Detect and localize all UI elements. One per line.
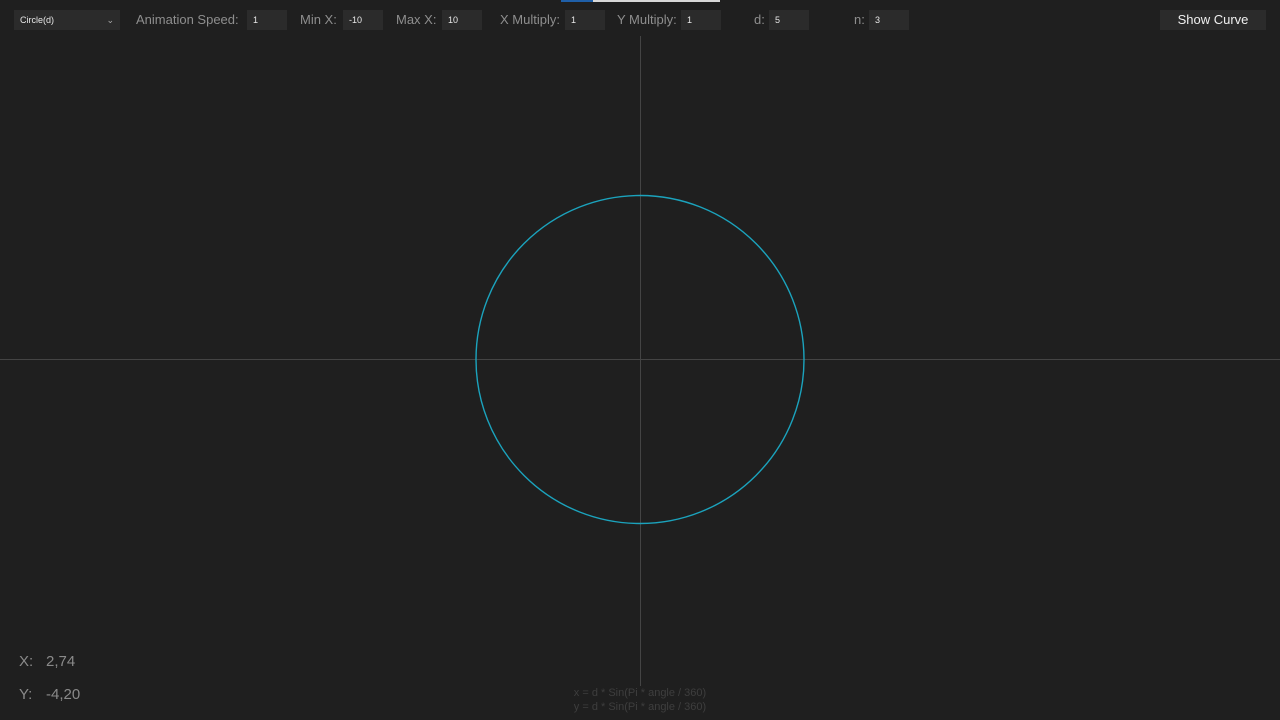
animation-speed-input[interactable] xyxy=(247,10,287,30)
n-label: n: xyxy=(854,12,865,27)
formula-text: x = d * Sin(Pi * angle / 360) y = d * Si… xyxy=(0,686,1280,714)
toolbar: Circle(d) ⌄ Animation Speed: Min X: Max … xyxy=(0,0,1280,40)
show-curve-button[interactable]: Show Curve xyxy=(1160,10,1266,30)
chevron-down-icon: ⌄ xyxy=(106,15,114,25)
x-readout-label: X: xyxy=(19,653,34,670)
curve-type-value: Circle(d) xyxy=(20,15,55,25)
formula-line-x: x = d * Sin(Pi * angle / 360) xyxy=(573,687,707,699)
d-input[interactable] xyxy=(769,10,809,30)
x-readout-value: 2,74 xyxy=(46,653,76,670)
app-window: Circle(d) ⌄ Animation Speed: Min X: Max … xyxy=(0,0,1280,720)
n-input[interactable] xyxy=(869,10,909,30)
d-label: d: xyxy=(754,12,765,27)
formula-line-y: y = d * Sin(Pi * angle / 360) xyxy=(573,701,707,713)
max-x-label: Max X: xyxy=(396,12,437,27)
curve-type-select[interactable]: Circle(d) ⌄ xyxy=(14,10,120,30)
y-multiply-label: Y Multiply: xyxy=(617,12,677,27)
min-x-input[interactable] xyxy=(343,10,383,30)
max-x-input[interactable] xyxy=(442,10,482,30)
curve-plot[interactable] xyxy=(0,0,1280,720)
x-multiply-input[interactable] xyxy=(565,10,605,30)
x-multiply-label: X Multiply: xyxy=(500,12,560,27)
min-x-label: Min X: xyxy=(300,12,337,27)
animation-speed-label: Animation Speed: xyxy=(136,12,239,27)
y-multiply-input[interactable] xyxy=(681,10,721,30)
x-coordinate-readout: X: 2,74 xyxy=(19,653,75,670)
